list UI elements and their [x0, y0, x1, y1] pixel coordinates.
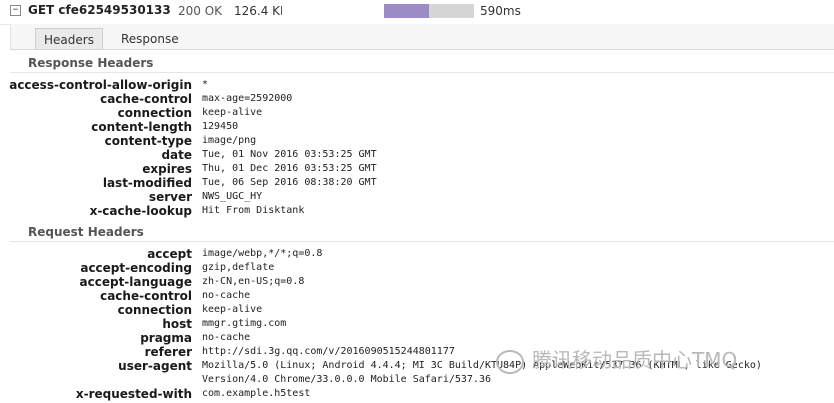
header-name: expires [142, 162, 192, 176]
header-row: server NWS_UGC_HY [10, 190, 834, 204]
header-row: accept-language zh-CN,en-US;q=0.8 [10, 275, 834, 289]
header-row: accept image/webp,*/*;q=0.8 [10, 247, 834, 261]
header-row: content-type image/png [10, 134, 834, 148]
header-row: connection keep-alive [10, 303, 834, 317]
header-name: last-modified [102, 176, 192, 190]
header-name: cache-control [100, 92, 192, 106]
header-value: no-cache [202, 332, 251, 343]
header-name: connection [117, 106, 192, 120]
request-headers-title: Request Headers [28, 225, 144, 239]
header-row: cache-control max-age=2592000 [10, 92, 834, 106]
header-value: Hit From Disktank [202, 205, 305, 216]
header-value: keep-alive [202, 304, 263, 315]
request-row[interactable]: − GET cfe62549530133c 200 OK 126.4 KB 59… [0, 0, 834, 25]
section-divider [10, 72, 834, 73]
header-name: cache-control [100, 289, 192, 303]
wechat-icon [496, 349, 524, 374]
collapse-toggle[interactable]: − [10, 5, 21, 16]
header-value: NWS_UGC_HY [202, 191, 263, 202]
header-value: mmgr.gtimg.com [202, 318, 287, 329]
header-row: date Tue, 01 Nov 2016 03:53:25 GMT [10, 148, 834, 162]
header-value: http://sdi.3g.qq.com/v/20160905152448011… [202, 346, 455, 357]
header-row: pragma no-cache [10, 331, 834, 345]
header-row: accept-encoding gzip,deflate [10, 261, 834, 275]
header-row: content-length 129450 [10, 120, 834, 134]
header-name: content-type [104, 134, 192, 148]
request-size: 126.4 KB [234, 4, 282, 18]
header-value: keep-alive [202, 107, 263, 118]
header-value: no-cache [202, 290, 251, 301]
header-name: access-control-allow-origin [9, 78, 192, 92]
watermark: 腾讯移动品质中心TMQ [496, 344, 737, 374]
header-name: date [161, 148, 192, 162]
header-row: x-cache-lookup Hit From Disktank [10, 204, 834, 218]
header-value: Tue, 01 Nov 2016 03:53:25 GMT [202, 149, 377, 160]
tab-headers[interactable]: Headers [35, 28, 103, 51]
header-row: last-modified Tue, 06 Sep 2016 08:38:20 … [10, 176, 834, 190]
header-name: referer [144, 345, 192, 359]
header-name: accept [147, 247, 192, 261]
header-value: * [202, 79, 209, 90]
header-name: server [148, 190, 192, 204]
timeline-bar [384, 4, 429, 18]
header-name: accept-encoding [80, 261, 192, 275]
tab-response[interactable]: Response [113, 28, 187, 50]
header-name: x-cache-lookup [89, 204, 192, 218]
header-value: image/webp,*/*;q=0.8 [202, 248, 323, 259]
watermark-text: 腾讯移动品质中心TMQ [532, 348, 738, 372]
header-row: cache-control no-cache [10, 289, 834, 303]
header-row: expires Thu, 01 Dec 2016 03:53:25 GMT [10, 162, 834, 176]
header-row: connection keep-alive [10, 106, 834, 120]
header-value: Tue, 06 Sep 2016 08:38:20 GMT [202, 177, 377, 188]
header-value: max-age=2592000 [202, 93, 293, 104]
header-name: user-agent [118, 359, 192, 373]
section-divider [10, 241, 834, 242]
header-value: zh-CN,en-US;q=0.8 [202, 276, 305, 287]
header-value: gzip,deflate [202, 262, 275, 273]
header-name: x-requested-with [75, 387, 192, 401]
header-name: connection [117, 303, 192, 317]
header-name: host [162, 317, 192, 331]
header-row: host mmgr.gtimg.com [10, 317, 834, 331]
header-value: 129450 [202, 121, 239, 132]
header-row: x-requested-with com.example.h5test [10, 387, 834, 401]
request-url[interactable]: GET cfe62549530133c [28, 3, 170, 17]
header-value: com.example.h5test [202, 388, 311, 399]
header-value: Thu, 01 Dec 2016 03:53:25 GMT [202, 163, 377, 174]
response-headers-title: Response Headers [28, 56, 154, 70]
header-name: content-length [91, 120, 192, 134]
header-value: image/png [202, 135, 257, 146]
request-time: 590ms [480, 4, 521, 18]
header-name: accept-language [79, 275, 192, 289]
request-status: 200 OK [178, 4, 223, 18]
header-name: pragma [140, 331, 192, 345]
header-row: access-control-allow-origin * [9, 78, 834, 92]
request-timeline [384, 4, 474, 18]
